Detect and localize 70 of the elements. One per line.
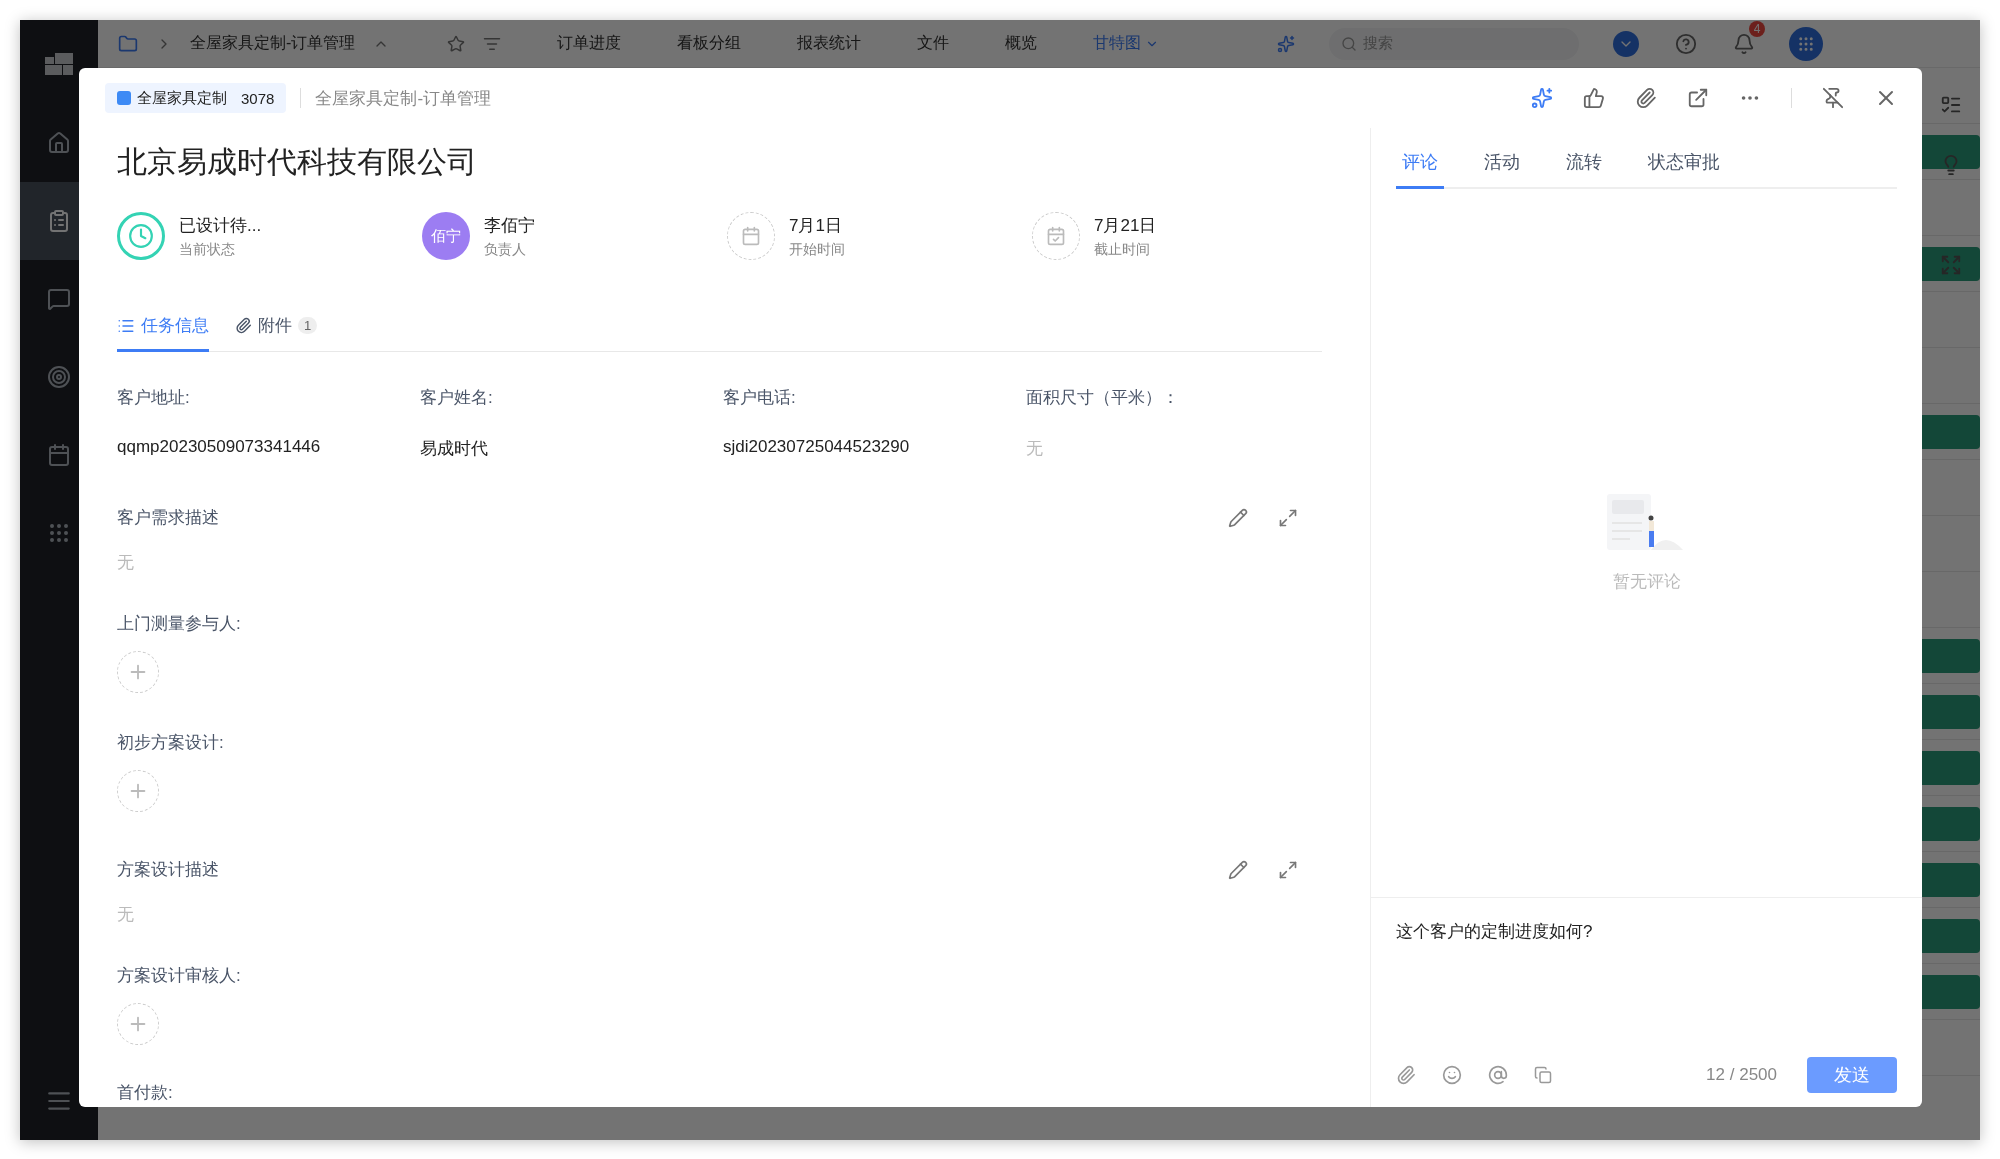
field-label: 面积尺寸（平米）：	[1026, 387, 1180, 409]
section-label: 方案设计审核人:	[117, 965, 242, 987]
search-icon	[1341, 35, 1358, 52]
sparkle-icon[interactable]	[1277, 34, 1296, 53]
empty-message: 暂无评论	[1612, 570, 1681, 593]
notification-count: 4	[1748, 20, 1766, 37]
meta-value[interactable]: 7月1日	[789, 213, 845, 237]
thumbs-up-icon[interactable]	[1583, 87, 1605, 109]
comment-tab[interactable]: 流转	[1560, 150, 1608, 189]
edit-icon[interactable]	[1228, 859, 1248, 880]
field-label: 客户地址:	[117, 387, 191, 409]
task-number: 3078	[241, 89, 275, 107]
field-value: qqmp20230509073341446	[117, 437, 322, 458]
section-value: 无	[117, 904, 135, 926]
project-badge[interactable]: 全屋家具定制 3078	[105, 83, 287, 113]
edit-icon[interactable]	[1228, 507, 1248, 528]
breadcrumb[interactable]: 全屋家具定制-订单管理	[315, 86, 492, 110]
section-label: 上门测量参与人:	[117, 613, 242, 635]
view-tab[interactable]: 订单进度	[557, 33, 622, 54]
paperclip-icon[interactable]	[1396, 1065, 1416, 1085]
view-tab[interactable]: 甘特图	[1093, 33, 1160, 54]
section-value: 无	[117, 552, 135, 574]
copy-icon[interactable]	[1534, 1066, 1552, 1084]
expand-icon[interactable]	[1278, 859, 1298, 880]
meta-value[interactable]: 已设计待...	[179, 213, 262, 237]
project-name[interactable]: 全屋家具定制-订单管理	[190, 33, 356, 54]
meta-label: 截止时间	[1094, 240, 1151, 259]
detail-tab[interactable]: 附件 1	[235, 304, 318, 352]
mention-icon[interactable]	[1488, 1065, 1508, 1085]
user-avatar[interactable]	[1789, 26, 1824, 61]
field-value: 无	[1026, 438, 1044, 460]
task-title: 北京易成时代科技有限公司	[117, 144, 478, 180]
character-counter: 12 / 2500	[1706, 1065, 1777, 1085]
meta-label: 当前状态	[179, 240, 236, 259]
field-value: sjdi20230725044523290	[723, 437, 911, 458]
meta-value[interactable]: 7月21日	[1094, 213, 1157, 237]
comment-tab[interactable]: 评论	[1396, 150, 1444, 189]
view-tab[interactable]: 看板分组	[677, 33, 742, 54]
section-label: 客户需求描述	[117, 507, 219, 529]
folder-icon[interactable]	[118, 33, 138, 54]
meta-value[interactable]: 李佰宁	[484, 213, 535, 237]
emoji-icon[interactable]	[1442, 1065, 1462, 1085]
help-icon[interactable]	[1675, 32, 1698, 55]
comment-tab[interactable]: 状态审批	[1642, 150, 1726, 189]
app-icon	[117, 91, 131, 105]
field-label: 客户姓名:	[420, 387, 494, 409]
project-name: 全屋家具定制	[137, 88, 227, 108]
view-tab[interactable]: 概览	[1005, 33, 1038, 54]
view-tab[interactable]: 报表统计	[797, 33, 862, 54]
section-label: 首付款:	[117, 1082, 174, 1104]
paperclip-icon[interactable]	[1635, 87, 1657, 109]
paperclip-icon	[235, 317, 252, 334]
field-value: 易成时代	[420, 438, 489, 460]
comment-tab[interactable]: 活动	[1478, 150, 1526, 189]
meta-label: 开始时间	[789, 240, 845, 259]
detail-tab[interactable]: 任务信息	[117, 304, 209, 352]
meta-label: 负责人	[484, 240, 527, 259]
star-icon[interactable]	[447, 34, 466, 53]
field-label: 客户电话:	[723, 387, 797, 409]
unpin-icon[interactable]	[1822, 87, 1844, 109]
clock-icon	[117, 212, 165, 260]
section-label: 初步方案设计:	[117, 732, 225, 754]
send-button[interactable]: 发送	[1807, 1057, 1897, 1093]
view-tab[interactable]: 文件	[917, 33, 950, 54]
external-link-icon[interactable]	[1687, 87, 1709, 109]
avatar: 佰宁	[422, 212, 470, 260]
ai-icon[interactable]	[1531, 87, 1553, 109]
bell-icon[interactable]	[1733, 32, 1756, 55]
expand-icon[interactable]	[1278, 507, 1298, 528]
section-label: 方案设计描述	[117, 859, 219, 881]
